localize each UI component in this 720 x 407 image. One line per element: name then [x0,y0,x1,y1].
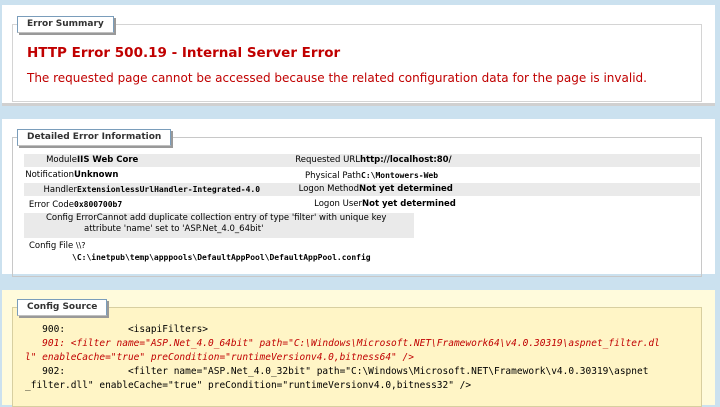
module-value: IIS Web Core [77,155,139,165]
config-file-value-line1: \\? [75,241,86,250]
config-error-line1: Cannot add duplicate collection entry of… [96,213,387,223]
config-source-legend: Config Source [17,299,108,316]
requested-url-label: Requested URL [295,155,360,165]
notification-label: Notification [25,170,74,180]
code-line: 900: <isapiFilters> [25,324,209,335]
code-line: 902: <filter name="ASP.Net_4.0_32bit" pa… [25,366,649,377]
error-code-row: Error Code0x800700b7 [24,198,284,211]
error-code-label: Error Code [28,200,74,210]
logon-method-value: Not yet determined [359,184,453,194]
error-title: HTTP Error 500.19 - Internal Server Erro… [27,45,341,61]
code-line-error: 901: <filter name="ASP.Net_4.0_64bit" pa… [25,338,660,349]
logon-method-row: Logon MethodNot yet determined [284,183,700,196]
notification-row: NotificationUnknown [24,169,284,182]
error-code-value: 0x800700b7 [74,200,123,209]
requested-url-row: Requested URLhttp://localhost:80/ [284,154,700,167]
physical-path-label: Physical Path [305,171,361,181]
detailed-error-panel: Detailed Error Information ModuleIIS Web… [2,119,715,277]
config-file-row: Config File \\? \C:\inetpub\temp\apppool… [24,240,444,266]
physical-path-row: Physical PathC:\Montowers-Web [284,169,700,182]
code-line-error-cont: l" enableCache="true" preCondition="runt… [25,352,414,363]
module-row: ModuleIIS Web Core [24,154,284,167]
logon-user-value: Not yet determined [362,199,456,209]
config-error-label: Config Error [46,213,97,223]
detailed-error-legend: Detailed Error Information [17,129,172,146]
logon-user-row: Logon UserNot yet determined [284,198,700,211]
config-source-panel: Config Source 900: <isapiFilters> 901: <… [2,290,715,407]
config-file-value-line2: \C:\inetpub\temp\apppools\DefaultAppPool… [72,253,371,262]
logon-user-label: Logon User [314,199,362,209]
notification-value: Unknown [74,170,119,180]
module-label: Module [46,155,77,165]
error-summary-legend: Error Summary [17,16,114,33]
error-description: The requested page cannot be accessed be… [27,71,647,85]
handler-value: ExtensionlessUrlHandler-Integrated-4.0 [77,185,261,194]
error-summary-panel: Error Summary HTTP Error 500.19 - Intern… [2,5,715,106]
config-error-line2: attribute 'name' set to 'ASP.Net_4.0_64b… [84,224,264,234]
code-line-cont: _filter.dll" enableCache="true" preCondi… [25,380,472,391]
config-error-row: Config ErrorCannot add duplicate collect… [24,213,414,238]
physical-path-value: C:\Montowers-Web [361,171,439,180]
handler-label: Handler [43,185,77,195]
config-file-label: Config File [29,241,74,251]
error-summary-frame [12,24,702,102]
logon-method-label: Logon Method [298,184,359,194]
handler-row: HandlerExtensionlessUrlHandler-Integrate… [24,183,284,196]
requested-url-value: http://localhost:80/ [360,155,452,165]
